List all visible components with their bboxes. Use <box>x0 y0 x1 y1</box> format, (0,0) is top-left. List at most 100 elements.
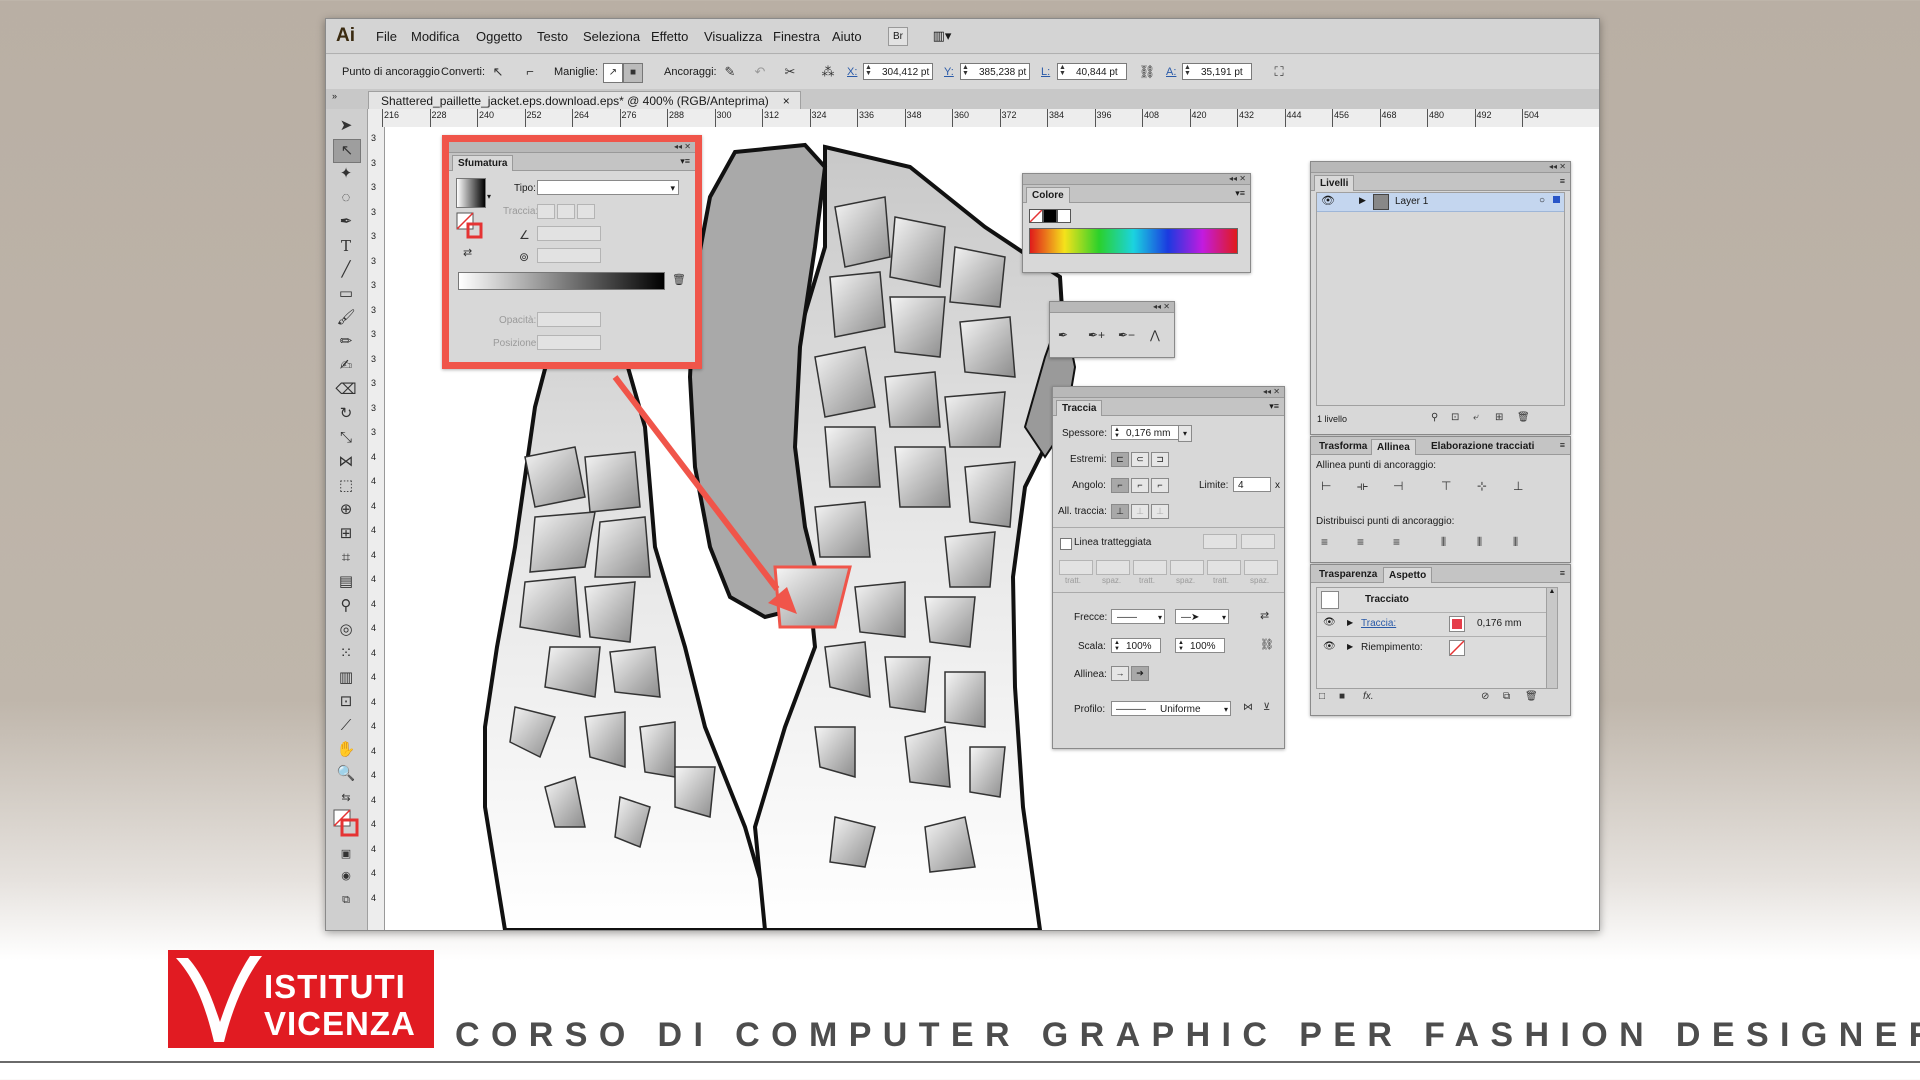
menu-testo[interactable]: Testo <box>537 29 568 44</box>
color-mode-icon[interactable]: ▣ <box>333 843 359 865</box>
gap-field-2[interactable] <box>1170 560 1204 575</box>
align-outside-icon[interactable]: ⊥ <box>1151 504 1169 519</box>
cut-path-icon[interactable]: ✂ <box>781 63 799 81</box>
show-handles-icon[interactable]: ↗ <box>603 63 623 83</box>
align-inside-icon[interactable]: ⊥ <box>1131 504 1149 519</box>
gradient-type-select[interactable]: ▾ <box>537 180 679 195</box>
constrain-link-icon[interactable]: ⛓ <box>1138 63 1156 81</box>
appearance-object-row[interactable]: Tracciato <box>1317 588 1557 613</box>
locate-object-icon[interactable]: ⚲ <box>1431 412 1438 423</box>
stroke-weight-input[interactable]: ▲ ▼ 0,176 mm ▾ <box>1111 425 1192 442</box>
color-spectrum[interactable] <box>1029 228 1238 254</box>
stroke-color-swatch[interactable] <box>1449 616 1465 632</box>
distribute-hcenter-icon[interactable]: ⫴ <box>1477 535 1482 550</box>
y-input[interactable]: ▲ ▼ 385,238 pt <box>960 63 1030 80</box>
bridge-button[interactable]: Br <box>888 27 908 46</box>
free-transform-tool-icon[interactable]: ⬚ <box>333 475 359 497</box>
gap-field-1[interactable] <box>1096 560 1130 575</box>
dash-preserve-icon[interactable] <box>1203 534 1237 549</box>
none-color-swatch[interactable] <box>1029 209 1043 223</box>
dash-align-icon[interactable] <box>1241 534 1275 549</box>
delete-anchor-icon[interactable]: ✒− <box>1118 328 1135 342</box>
layer-name[interactable]: Layer 1 <box>1395 196 1428 207</box>
link-scale-icon[interactable]: ⛓ <box>1260 638 1274 651</box>
eraser-tool-icon[interactable]: ⌫ <box>333 379 359 401</box>
type-tool-icon[interactable]: T <box>333 235 359 257</box>
swap-arrows-icon[interactable]: ⇄ <box>1260 609 1269 622</box>
white-swatch[interactable] <box>1057 209 1071 223</box>
distribute-vcenter-icon[interactable]: ≡ <box>1357 535 1364 549</box>
black-swatch[interactable] <box>1043 209 1057 223</box>
column-graph-tool-icon[interactable]: ▥ <box>333 667 359 689</box>
rectangle-tool-icon[interactable]: ▭ <box>333 283 359 305</box>
expand-stroke-icon[interactable]: ▶ <box>1347 618 1353 627</box>
visibility-eye-icon[interactable]: 👁 <box>1323 641 1336 652</box>
pen-tool-icon[interactable]: ✒ <box>333 211 359 233</box>
panel-menu-icon[interactable]: ≡ <box>1560 568 1565 578</box>
menu-aiuto[interactable]: Aiuto <box>832 29 862 44</box>
width-input[interactable]: ▲ ▼ 40,844 pt <box>1057 63 1127 80</box>
eyedropper-tool-icon[interactable]: ⚲ <box>333 595 359 617</box>
tab-transparency[interactable]: Trasparenza <box>1314 567 1382 582</box>
miter-join-icon[interactable]: ⌐ <box>1111 478 1129 493</box>
align-bottom-icon[interactable]: ⊥ <box>1513 479 1523 493</box>
screen-mode-icon[interactable]: ⧉ <box>333 889 359 911</box>
butt-cap-icon[interactable]: ⊏ <box>1111 452 1129 467</box>
tab-pathfinder[interactable]: Elaborazione tracciati <box>1426 439 1539 454</box>
target-circle-icon[interactable]: ○ <box>1539 195 1545 206</box>
panel-menu-icon[interactable]: ▾≡ <box>1269 401 1279 412</box>
menu-file[interactable]: File <box>376 29 397 44</box>
add-stroke-icon[interactable]: □ <box>1319 691 1325 702</box>
fx-icon[interactable]: fx. <box>1363 691 1374 702</box>
aspect-ratio-field[interactable] <box>537 248 601 263</box>
close-document-icon[interactable]: × <box>783 94 790 108</box>
appearance-stroke-row[interactable]: 👁 ▶ Traccia: 0,176 mm <box>1317 612 1557 637</box>
menu-seleziona[interactable]: Seleziona <box>583 29 640 44</box>
arrow-scale-start-input[interactable]: ▲ ▼ 100% <box>1111 638 1161 653</box>
round-cap-icon[interactable]: ⊂ <box>1131 452 1149 467</box>
distribute-left-icon[interactable]: ⫴ <box>1441 535 1446 550</box>
blend-tool-icon[interactable]: ◎ <box>333 619 359 641</box>
blob-brush-tool-icon[interactable]: ✍ <box>333 355 359 377</box>
arrow-scale-end-input[interactable]: ▲ ▼ 100% <box>1175 638 1225 653</box>
magic-wand-tool-icon[interactable]: ✦ <box>333 163 359 185</box>
flip-profile-icon[interactable]: ⋈ <box>1243 702 1253 713</box>
gradient-position-field[interactable] <box>537 335 601 350</box>
appearance-scrollbar[interactable]: ▲ <box>1546 588 1557 688</box>
expand-fill-icon[interactable]: ▶ <box>1347 642 1353 651</box>
rotate-tool-icon[interactable]: ↻ <box>333 403 359 425</box>
remove-anchor-icon[interactable]: ✎ <box>721 63 739 81</box>
panel-menu-icon[interactable]: ▾≡ <box>680 156 690 167</box>
dashed-line-checkbox[interactable] <box>1060 538 1072 550</box>
x-label[interactable]: X: <box>847 66 857 78</box>
artboard-tool-icon[interactable]: ⊡ <box>333 691 359 713</box>
expand-layer-icon[interactable]: ▶ <box>1359 195 1366 206</box>
tab-align[interactable]: Allinea <box>1371 439 1416 455</box>
pencil-tool-icon[interactable]: ✏ <box>333 331 359 353</box>
stroke-within-icon[interactable] <box>537 204 555 219</box>
arrow-tip-at-end-icon[interactable]: ➔ <box>1131 666 1149 681</box>
menu-modifica[interactable]: Modifica <box>411 29 459 44</box>
gradient-opacity-field[interactable] <box>537 312 601 327</box>
panel-drag-bar[interactable]: ◂◂ ✕ <box>1023 174 1250 185</box>
height-input[interactable]: ▲ ▼ 35,191 pt <box>1182 63 1252 80</box>
width-tool-icon[interactable]: ⋈ <box>333 451 359 473</box>
fill-none-swatch[interactable] <box>1449 640 1465 656</box>
direct-selection-tool-icon[interactable]: ↖ <box>333 139 361 163</box>
projecting-cap-icon[interactable]: ⊐ <box>1151 452 1169 467</box>
panel-drag-bar[interactable]: ◂◂ ✕ <box>1050 302 1174 313</box>
round-join-icon[interactable]: ⌐ <box>1131 478 1149 493</box>
document-tab[interactable]: Shattered_paillette_jacket.eps.download.… <box>368 91 801 110</box>
tab-gradient[interactable]: Sfumatura <box>452 155 514 171</box>
gradient-preset-dropdown-icon[interactable]: ▾ <box>487 192 491 201</box>
distribute-bottom-icon[interactable]: ≡ <box>1393 535 1400 549</box>
distribute-right-icon[interactable]: ⫴ <box>1513 535 1518 550</box>
tab-layers[interactable]: Livelli <box>1314 175 1355 191</box>
arrange-documents-button[interactable]: ▥▾ <box>928 27 956 44</box>
flip-profile-vertical-icon[interactable]: ⊻ <box>1263 702 1270 713</box>
collapse-toolbox-icon[interactable]: » <box>332 91 337 101</box>
new-layer-icon[interactable]: ⊞ <box>1495 412 1503 423</box>
mesh-tool-icon[interactable]: ⌗ <box>333 547 359 569</box>
x-input[interactable]: ▲ ▼ 304,412 pt <box>863 63 933 80</box>
delete-layer-icon[interactable]: 🗑 <box>1517 412 1530 423</box>
